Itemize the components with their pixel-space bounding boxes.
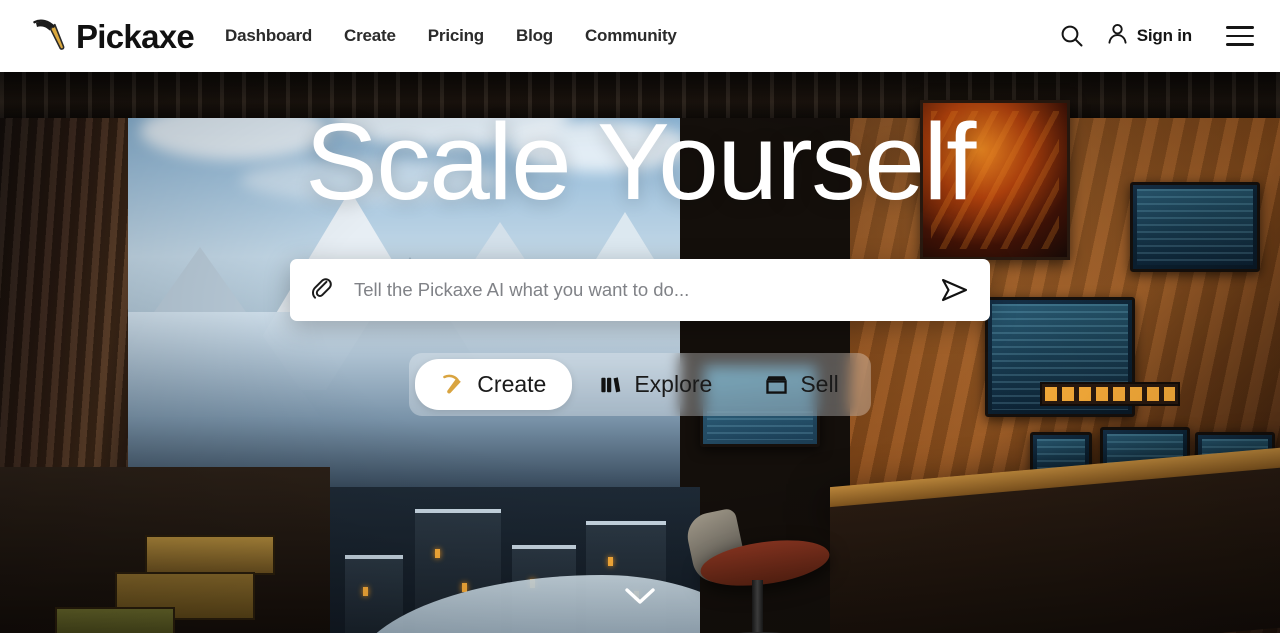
header-actions: Sign in (1059, 21, 1254, 51)
ai-prompt-input[interactable] (354, 279, 936, 301)
hamburger-bar (1226, 43, 1254, 46)
tab-sell-label: Sell (800, 371, 839, 397)
hero-tab-group: Create Explore Sell (409, 353, 871, 416)
hamburger-bar (1226, 34, 1254, 38)
sign-in-button[interactable]: Sign in (1105, 21, 1192, 51)
page-title: Scale Yourself (305, 101, 976, 223)
main-nav: Dashboard Create Pricing Blog Community (225, 26, 677, 46)
tab-explore-label: Explore (634, 371, 713, 397)
pickaxe-icon (30, 16, 70, 56)
search-icon[interactable] (1059, 23, 1085, 49)
nav-item-create[interactable]: Create (344, 26, 396, 46)
hero-section: Scale Yourself Tell the Pickaxe AI what … (0, 72, 1280, 633)
hamburger-bar (1226, 26, 1254, 29)
pickaxe-icon (441, 372, 466, 397)
chevron-down-icon (623, 586, 657, 611)
storefront-icon (764, 372, 789, 397)
ai-prompt-bar (290, 259, 990, 321)
send-icon[interactable] (936, 272, 972, 308)
sign-in-label: Sign in (1136, 26, 1192, 45)
nav-item-dashboard[interactable]: Dashboard (225, 26, 312, 46)
site-header: Pickaxe Dashboard Create Pricing Blog Co… (0, 0, 1280, 72)
paperclip-icon[interactable] (306, 273, 340, 307)
nav-item-community[interactable]: Community (585, 26, 677, 46)
brand-logo[interactable]: Pickaxe (30, 16, 195, 56)
nav-item-blog[interactable]: Blog (516, 26, 553, 46)
tab-sell[interactable]: Sell (738, 359, 864, 410)
tab-create[interactable]: Create (415, 359, 573, 410)
scroll-down-button[interactable] (0, 586, 1280, 611)
hero-content: Scale Yourself Tell the Pickaxe AI what … (0, 72, 1280, 633)
nav-item-pricing[interactable]: Pricing (428, 26, 484, 46)
hamburger-menu-icon[interactable] (1226, 26, 1254, 46)
tab-create-label: Create (477, 371, 547, 397)
person-icon (1105, 21, 1130, 51)
brand-name: Pickaxe (76, 17, 195, 55)
tab-explore[interactable]: Explore (572, 359, 738, 410)
books-icon (598, 372, 623, 397)
